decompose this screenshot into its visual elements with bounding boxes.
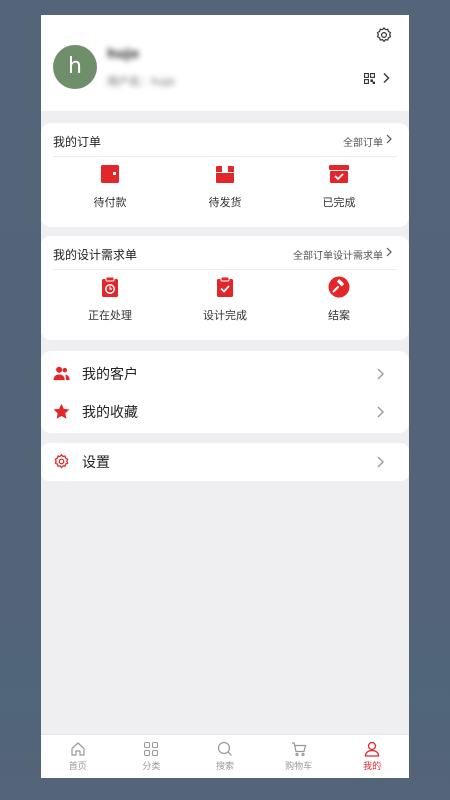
tab-home[interactable]: 首页: [41, 741, 115, 772]
customers-icon: [53, 366, 70, 381]
menu-label: 我的收藏: [82, 405, 138, 421]
tab-cart[interactable]: 购物车: [262, 741, 336, 772]
design-completed[interactable]: 设计完成: [168, 276, 282, 323]
design-requests-card: 我的设计需求单 全部订单设计需求单 正在处理 设计完成 结案: [41, 236, 409, 340]
chevron-right-icon[interactable]: [385, 246, 393, 258]
divider: [53, 156, 397, 157]
user-icon: [365, 741, 380, 757]
gavel-icon: [328, 276, 350, 298]
home-icon: [71, 742, 85, 756]
settings-card: 设置: [41, 443, 409, 481]
chevron-right-icon: [377, 368, 384, 380]
cart-icon: [291, 742, 306, 757]
tab-label: 首页: [68, 762, 87, 772]
menu-item-settings[interactable]: 设置: [41, 443, 409, 481]
profile-header: h hujo 用户名：hujo: [41, 15, 409, 111]
account-label: 用户名：hujo: [107, 75, 175, 88]
action-label: 已完成: [322, 196, 356, 209]
orders-card: 我的订单 全部订单 待付款 待发货 已完成: [41, 123, 409, 227]
order-pending-payment[interactable]: 待付款: [53, 163, 167, 210]
tab-label: 购物车: [285, 762, 313, 772]
wallet-icon: [101, 165, 119, 183]
search-icon: [217, 741, 232, 756]
tab-category[interactable]: 分类: [115, 741, 189, 772]
all-orders-link[interactable]: 全部订单: [343, 134, 383, 149]
menu-label: 设置: [82, 455, 110, 471]
box-icon: [216, 166, 234, 183]
menu-label: 我的客户: [82, 367, 138, 383]
menu-item-favorites[interactable]: 我的收藏: [41, 393, 409, 431]
app-screen: h hujo 用户名：hujo 我的订单 全部订单 待付款 待发货 已完成 我的…: [41, 15, 409, 778]
menu-card: 我的客户 我的收藏: [41, 351, 409, 433]
design-closed[interactable]: 结案: [282, 276, 396, 323]
username: hujo: [107, 47, 139, 62]
chevron-right-icon[interactable]: [381, 72, 391, 84]
avatar[interactable]: h: [53, 45, 97, 89]
clipboard-check-icon: [217, 276, 233, 297]
action-label: 待发货: [208, 196, 242, 209]
box-check-icon: [329, 165, 349, 183]
category-icon: [144, 741, 159, 757]
tab-label: 搜索: [215, 762, 234, 772]
settings-icon: [54, 453, 69, 469]
menu-item-customers[interactable]: 我的客户: [41, 355, 409, 393]
orders-title: 我的订单: [53, 135, 102, 149]
tab-search[interactable]: 搜索: [188, 741, 262, 772]
design-title: 我的设计需求单: [53, 248, 138, 262]
action-label: 结案: [328, 309, 350, 322]
star-icon: [53, 403, 70, 419]
bottom-tab-bar: 首页 分类 搜索 购物车 我的: [41, 734, 409, 778]
chevron-right-icon: [377, 406, 384, 418]
order-completed[interactable]: 已完成: [282, 163, 396, 210]
divider: [53, 269, 397, 270]
clipboard-clock-icon: [102, 276, 118, 297]
tab-mine[interactable]: 我的: [335, 741, 409, 772]
tab-label: 我的: [363, 762, 382, 772]
chevron-right-icon: [377, 456, 384, 468]
tab-label: 分类: [142, 762, 161, 772]
design-processing[interactable]: 正在处理: [53, 276, 167, 323]
action-label: 待付款: [93, 196, 127, 209]
qr-code-icon[interactable]: [364, 73, 375, 84]
action-label: 正在处理: [88, 309, 132, 322]
all-design-requests-link[interactable]: 全部订单设计需求单: [293, 247, 383, 262]
settings-gear-icon[interactable]: [375, 26, 393, 44]
chevron-right-icon[interactable]: [385, 133, 393, 145]
action-label: 设计完成: [203, 309, 247, 322]
order-pending-shipment[interactable]: 待发货: [168, 163, 282, 210]
